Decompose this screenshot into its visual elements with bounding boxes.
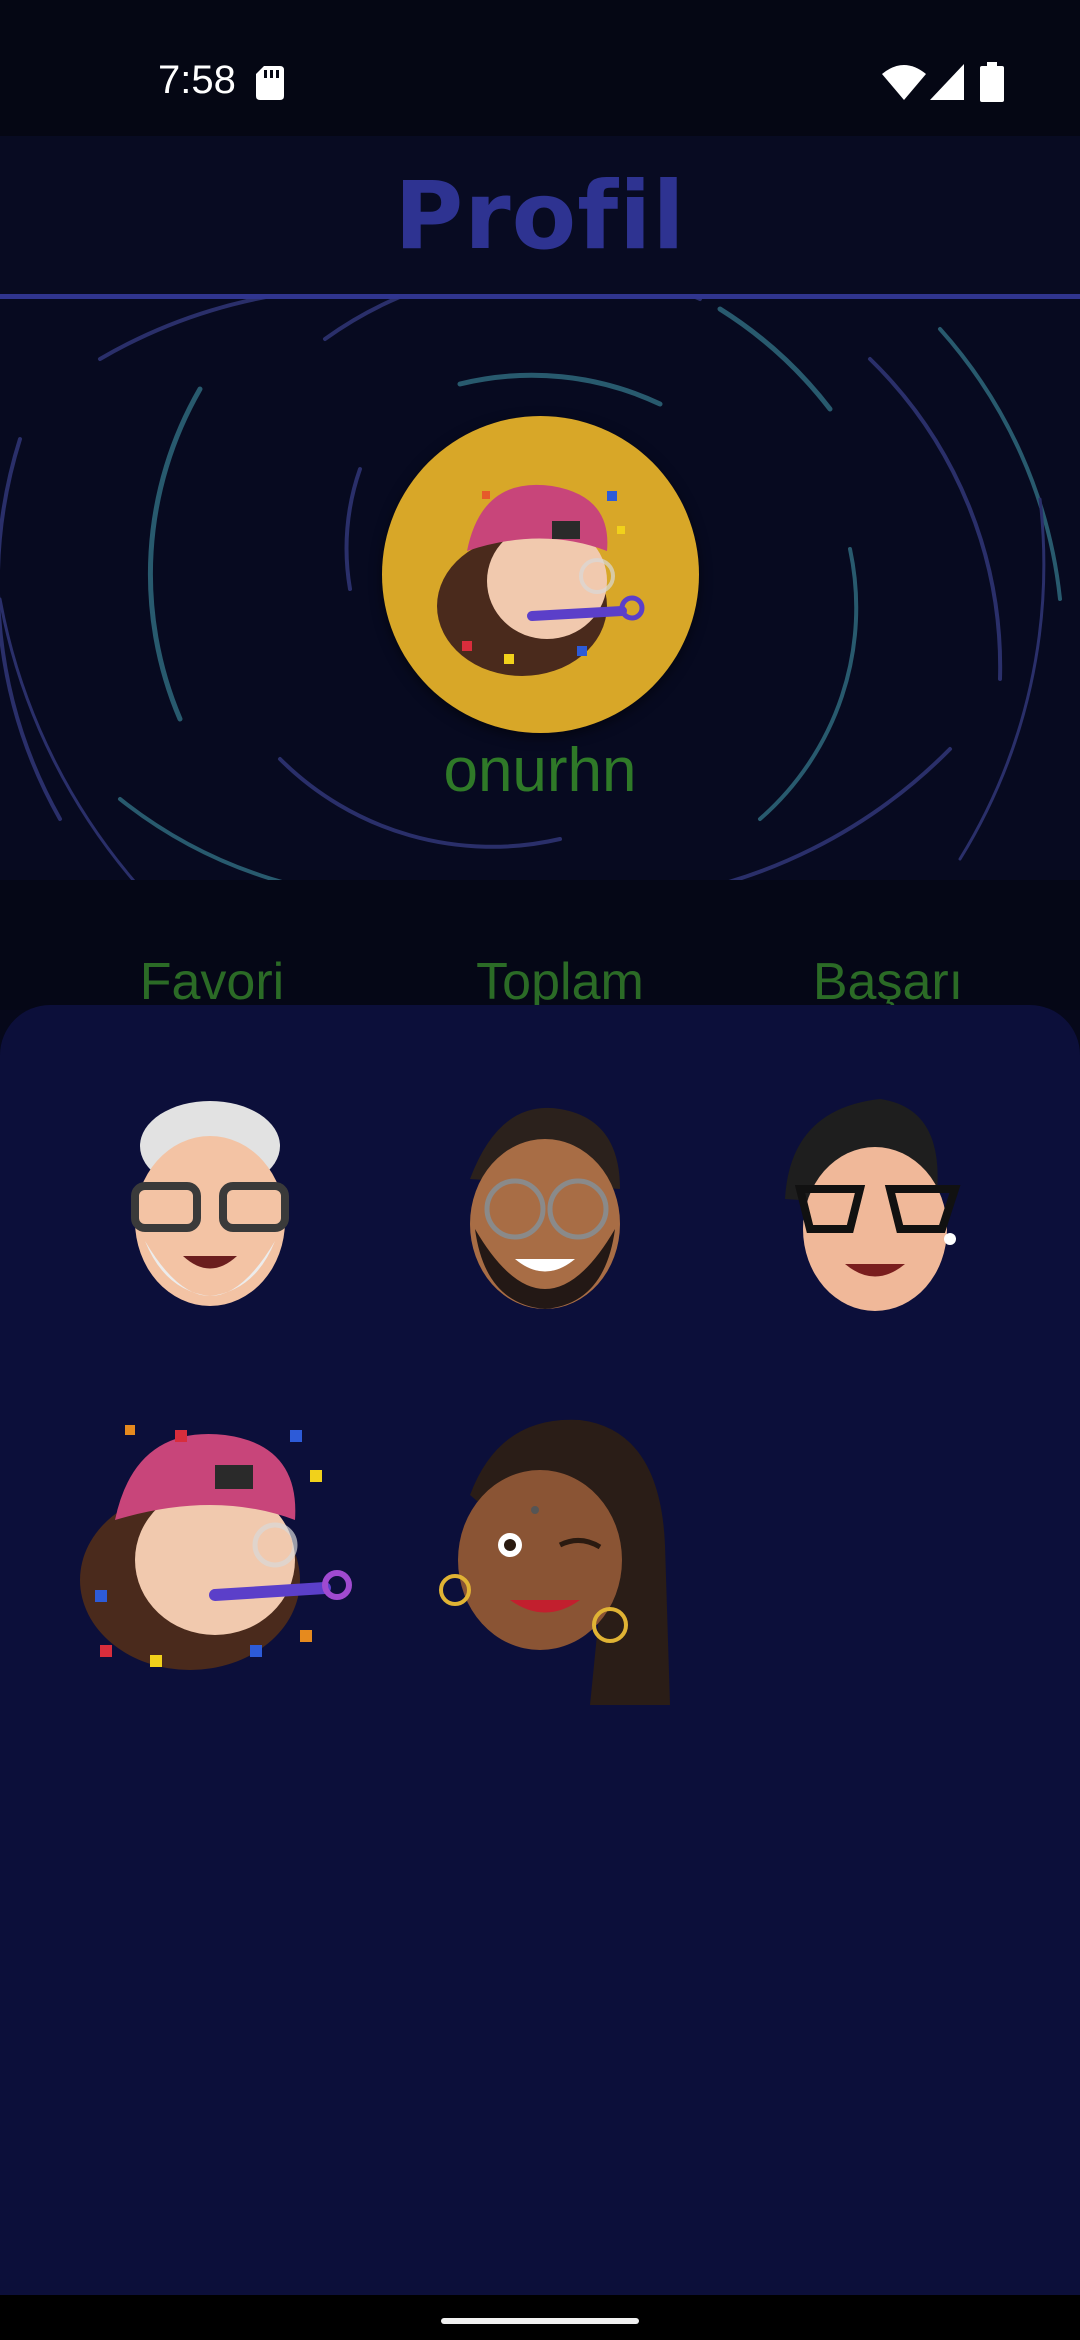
username: onurhn — [443, 736, 637, 805]
stat-total-tab[interactable]: Toplam — [410, 952, 710, 1012]
memoji-braids-wink[interactable] — [430, 1405, 690, 1715]
stat-favorite-tab[interactable]: Favori — [62, 952, 362, 1012]
status-time: 7:58 — [158, 58, 236, 102]
memoji-cat-eye-glasses[interactable] — [760, 1089, 980, 1329]
memoji-sheet — [0, 1005, 1080, 2295]
stats-row: Favori Toplam Başarı — [0, 880, 1080, 1012]
sd-card-icon — [256, 66, 284, 100]
profile-avatar[interactable] — [382, 416, 699, 733]
avatar-memoji-party — [437, 484, 645, 676]
signal-icon — [930, 64, 964, 100]
home-indicator[interactable] — [441, 2318, 639, 2324]
memoji-beard-glasses[interactable] — [440, 1089, 650, 1329]
memoji-grey-hair-glasses[interactable] — [105, 1091, 315, 1331]
battery-icon — [980, 62, 1004, 102]
system-nav-bar — [0, 2295, 1080, 2340]
wifi-icon — [882, 65, 926, 100]
app-header: Profil — [0, 136, 1080, 296]
stat-success-tab[interactable]: Başarı — [738, 952, 1038, 1012]
status-bar: 7:58 — [0, 0, 1080, 136]
memoji-party-pink-cap[interactable] — [75, 1420, 360, 1680]
profile-section: onurhn — [0, 299, 1080, 880]
page-title: Profil — [394, 162, 686, 271]
